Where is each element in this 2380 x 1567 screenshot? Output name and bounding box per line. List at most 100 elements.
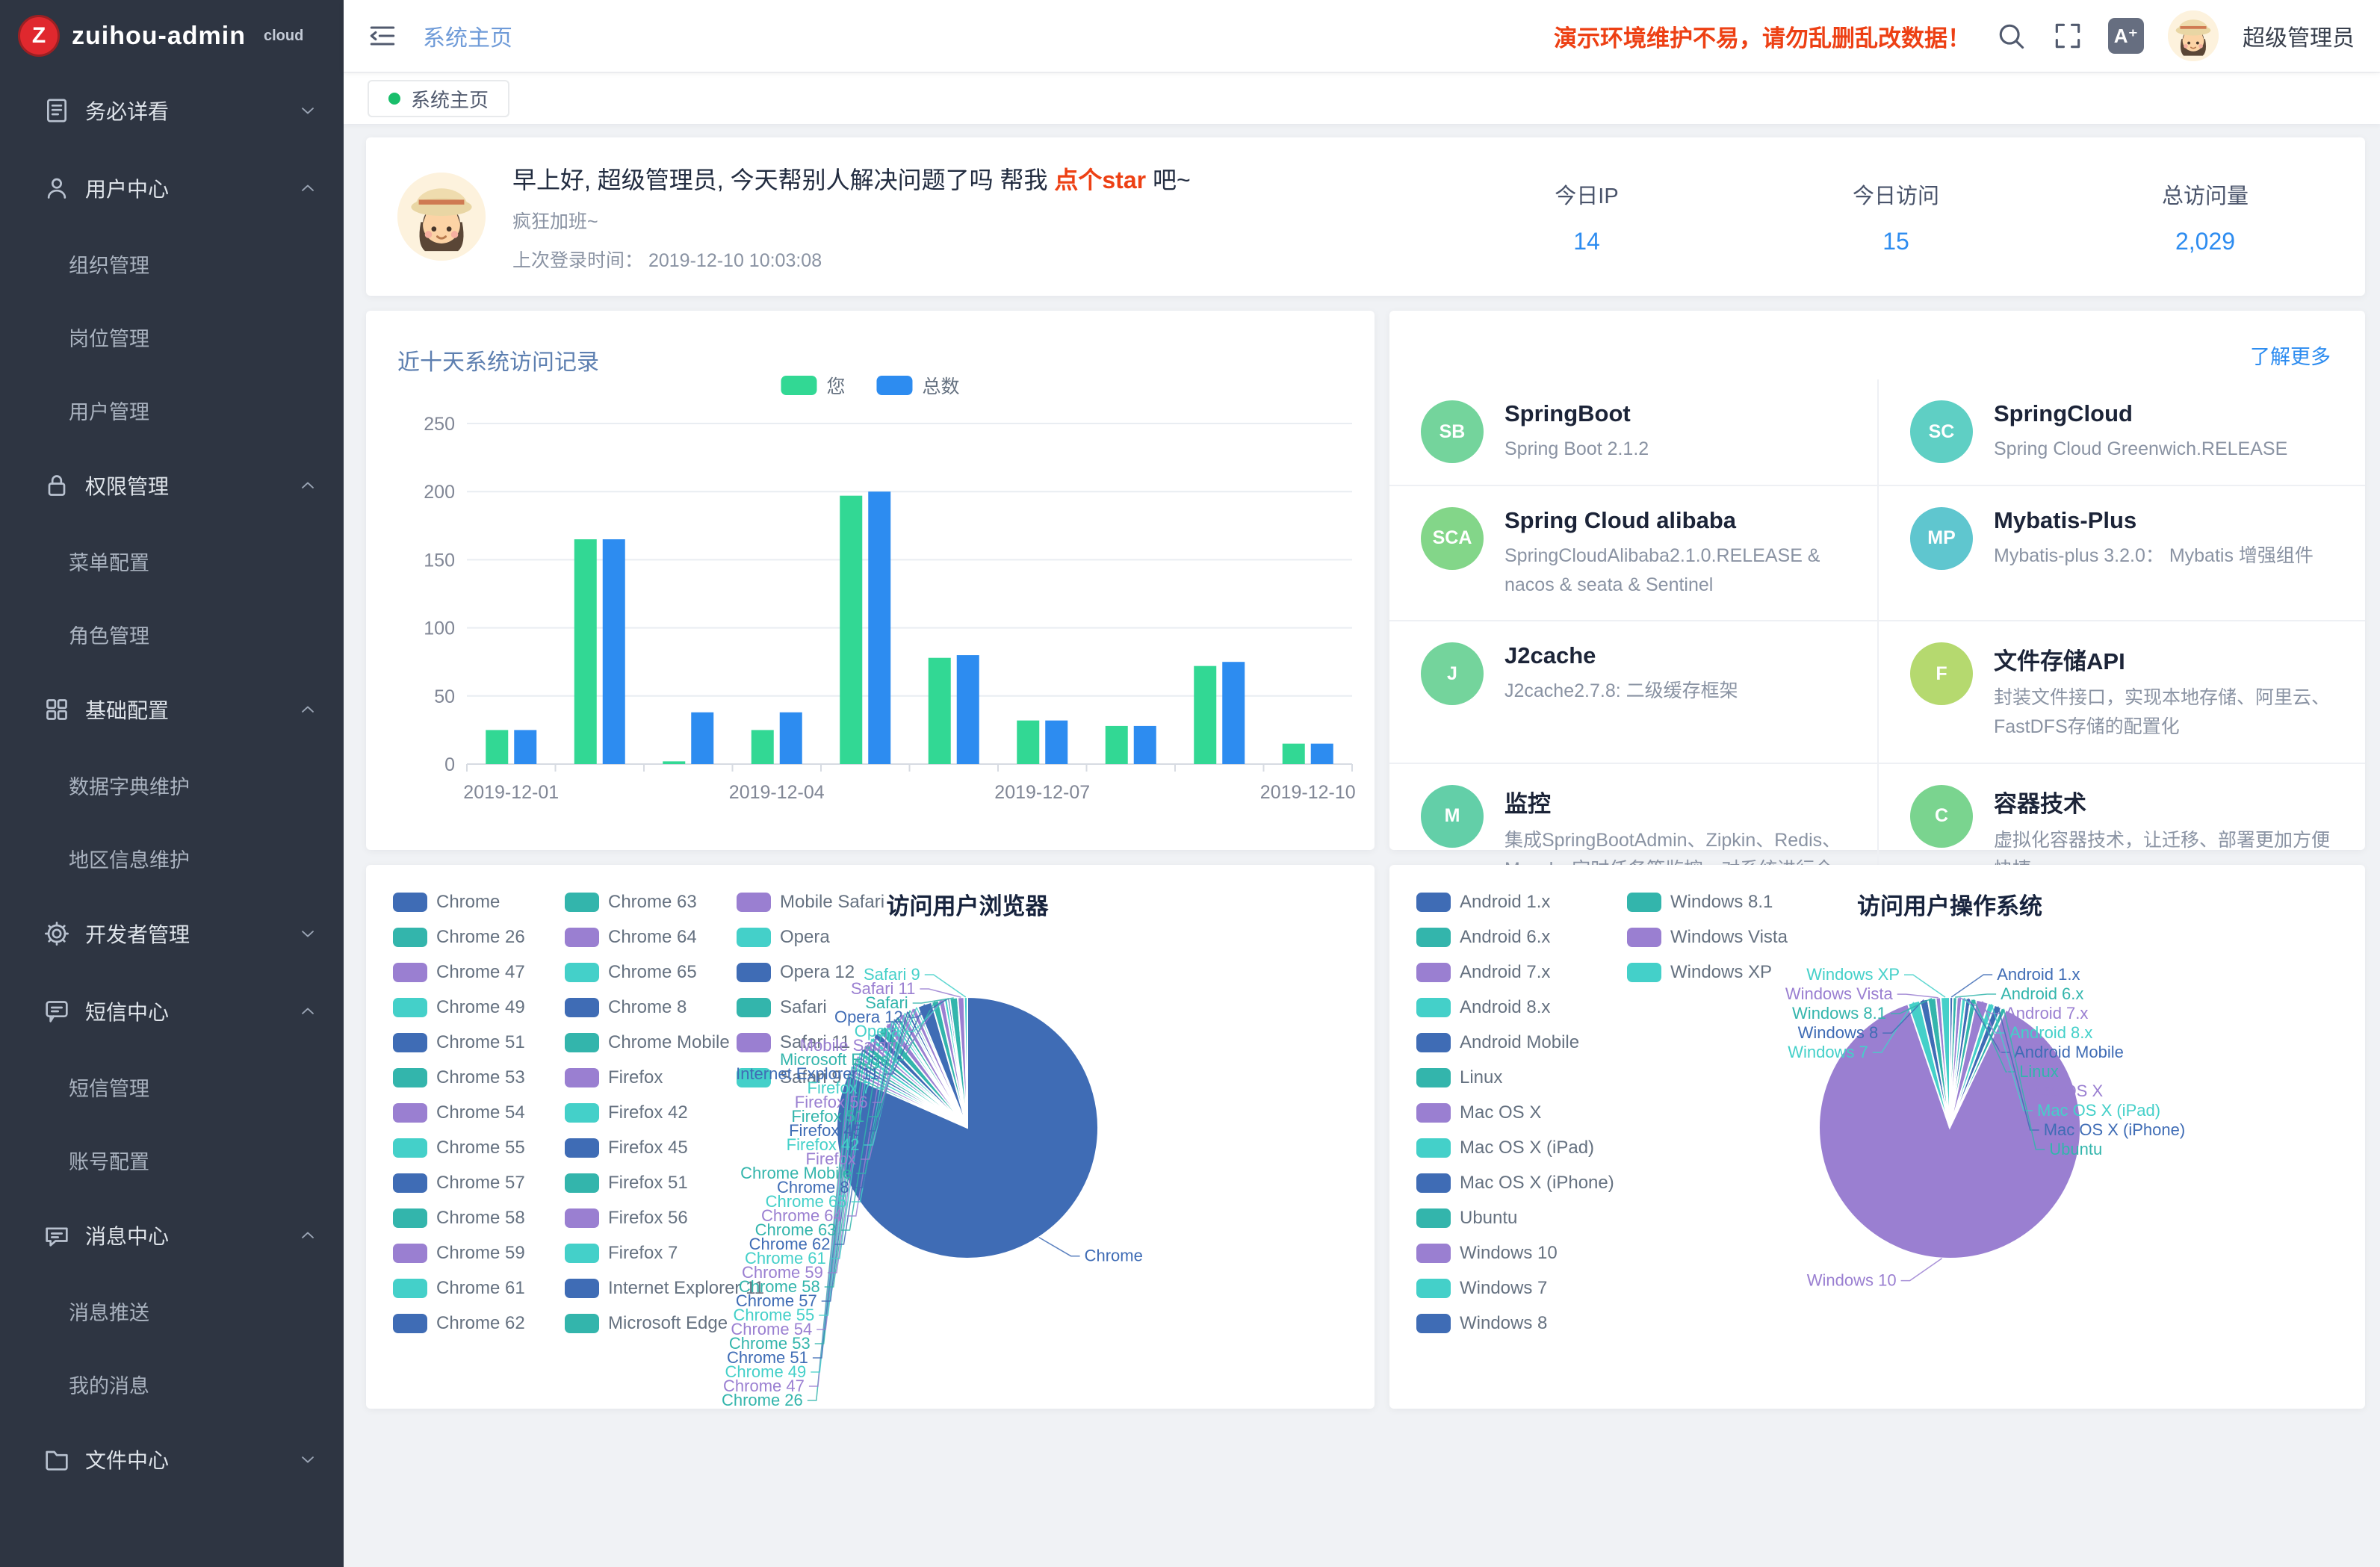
- sidebar-subitem[interactable]: 消息推送: [0, 1274, 344, 1347]
- learn-more-link[interactable]: 了解更多: [2250, 341, 2331, 370]
- sidebar-item-label: 短信中心: [85, 996, 284, 1026]
- chevron-down-icon: [297, 100, 318, 121]
- chart-legend: 您 总数: [781, 372, 959, 399]
- pie-label: Linux: [2019, 1062, 2059, 1081]
- tab-home[interactable]: 系统主页: [368, 80, 509, 117]
- sms-icon: [42, 996, 72, 1026]
- sidebar-item-developer[interactable]: 开发者管理: [0, 895, 344, 972]
- sidebar-item-basic-config[interactable]: 基础配置: [0, 671, 344, 748]
- tech-item: MPMybatis-PlusMybatis-plus 3.2.0： Mybati…: [1877, 486, 2365, 622]
- x-tick-label: 2019-12-01: [463, 782, 559, 803]
- legend-item-您[interactable]: 您: [781, 372, 845, 399]
- x-tick-label: 2019-12-04: [729, 782, 825, 803]
- tech-grid: SBSpringBootSpring Boot 2.1.2SCSpringClo…: [1389, 379, 2365, 934]
- grid-icon: [42, 695, 72, 724]
- bar-您-2019-12-01[interactable]: [486, 730, 508, 764]
- bar-您-2019-12-04[interactable]: [752, 730, 774, 764]
- sidebar-subitem[interactable]: 短信管理: [0, 1050, 344, 1123]
- bar-您-2019-12-09[interactable]: [1194, 666, 1216, 764]
- search-icon[interactable]: [1995, 19, 2027, 52]
- stat-today-ip: 今日IP 14: [1530, 179, 1643, 255]
- sidebar-item-must-read[interactable]: 务必详看: [0, 72, 344, 149]
- pie-label: Android 6.x: [2001, 984, 2083, 1003]
- bar-总数-2019-12-02[interactable]: [603, 539, 625, 764]
- sidebar-item-permission[interactable]: 权限管理: [0, 447, 344, 524]
- pie-chart: Android 1.xAndroid 6.xAndroid 7.xAndroid…: [1389, 865, 2365, 1409]
- sidebar-subitem[interactable]: 组织管理: [0, 227, 344, 300]
- tech-item: SBSpringBootSpring Boot 2.1.2: [1389, 379, 1877, 486]
- sidebar-item-message-center[interactable]: 消息中心: [0, 1197, 344, 1274]
- bar-总数-2019-12-10[interactable]: [1311, 744, 1333, 764]
- sidebar-subitem[interactable]: 账号配置: [0, 1123, 344, 1197]
- legend-swatch: [877, 376, 913, 395]
- sidebar-subitem[interactable]: 岗位管理: [0, 300, 344, 373]
- tab-active-dot-icon: [388, 93, 400, 105]
- sidebar-menu: 务必详看用户中心组织管理岗位管理用户管理权限管理菜单配置角色管理基础配置数据字典…: [0, 72, 344, 1498]
- bar-总数-2019-12-06[interactable]: [957, 655, 979, 764]
- bar-您-2019-12-03[interactable]: [663, 761, 685, 764]
- last-login-label: 上次登录时间：: [512, 250, 643, 271]
- sidebar-subitem[interactable]: 地区信息维护: [0, 822, 344, 895]
- app-logo: Z zuihou-admin cloud: [0, 0, 344, 72]
- bar-您-2019-12-10[interactable]: [1283, 744, 1305, 764]
- bar-您-2019-12-07[interactable]: [1017, 721, 1039, 764]
- pie-label-line: [1039, 1238, 1080, 1256]
- stat-label: 总访问量: [2148, 179, 2262, 210]
- greeting-text: 早上好, 超级管理员, 今天帮别人解决问题了吗 帮我 点个star 吧~ 疯狂加…: [512, 161, 1503, 273]
- bar-总数-2019-12-03[interactable]: [691, 713, 713, 764]
- x-tick-label: 2019-12-07: [994, 782, 1090, 803]
- legend-item-总数[interactable]: 总数: [877, 372, 960, 399]
- chevron-up-icon: [297, 699, 318, 720]
- bar-您-2019-12-02[interactable]: [574, 539, 597, 764]
- message-icon: [42, 1220, 72, 1250]
- menu-fold-icon[interactable]: [366, 19, 399, 52]
- pie-label-line: [1897, 994, 1939, 998]
- pie-label: Windows 7: [1788, 1043, 1868, 1061]
- bar-总数-2019-12-07[interactable]: [1045, 721, 1067, 764]
- greeting-title-prefix: 早上好, 超级管理员, 今天帮别人解决问题了吗 帮我: [512, 167, 1054, 193]
- breadcrumb[interactable]: 系统主页: [423, 19, 512, 52]
- fullscreen-icon[interactable]: [2051, 19, 2084, 52]
- pie-chart: ChromeChrome 26Chrome 47Chrome 49Chrome …: [366, 865, 1375, 1409]
- sidebar-item-file-center[interactable]: 文件中心: [0, 1421, 344, 1498]
- tech-title: 文件存储API: [1994, 642, 2334, 676]
- y-tick-label: 150: [424, 550, 455, 571]
- pie-label: Chrome: [1085, 1247, 1143, 1265]
- sidebar-subitem[interactable]: 菜单配置: [0, 524, 344, 598]
- y-tick-label: 200: [424, 482, 455, 503]
- bar-总数-2019-12-05[interactable]: [868, 491, 890, 764]
- browser-pie-card: 访问用户浏览器ChromeChrome 26Chrome 47Chrome 49…: [366, 865, 1375, 1409]
- chevron-down-icon: [297, 923, 318, 944]
- bar-总数-2019-12-09[interactable]: [1222, 662, 1245, 764]
- pie-label: Mac OS X: [2028, 1082, 2104, 1100]
- tech-title: SpringCloud: [1994, 400, 2287, 427]
- legend-swatch: [781, 376, 816, 395]
- bar-您-2019-12-08[interactable]: [1106, 726, 1128, 764]
- sidebar-item-user-center[interactable]: 用户中心: [0, 149, 344, 227]
- bar-您-2019-12-06[interactable]: [929, 658, 951, 764]
- pie-label: Windows XP: [1806, 965, 1900, 984]
- sidebar-subitem[interactable]: 用户管理: [0, 373, 344, 447]
- font-size-icon[interactable]: A⁺: [2108, 18, 2144, 54]
- row-charts-bottom: 访问用户浏览器ChromeChrome 26Chrome 47Chrome 49…: [366, 865, 2365, 1409]
- pie-label: Safari 9: [864, 965, 920, 984]
- pie-label: Ubuntu: [2049, 1140, 2102, 1158]
- sidebar-subitem[interactable]: 数据字典维护: [0, 748, 344, 822]
- bar-总数-2019-12-01[interactable]: [514, 730, 536, 764]
- sidebar-subitem[interactable]: 我的消息: [0, 1347, 344, 1421]
- pie-label: Android Mobile: [2014, 1043, 2124, 1061]
- user-avatar: [397, 173, 486, 261]
- y-tick-label: 250: [424, 414, 455, 435]
- lock-icon: [42, 471, 72, 500]
- username[interactable]: 超级管理员: [2243, 19, 2355, 52]
- avatar[interactable]: [2168, 10, 2219, 61]
- sidebar-subitem[interactable]: 角色管理: [0, 598, 344, 671]
- bar-您-2019-12-05[interactable]: [840, 496, 862, 764]
- visit-chart-card: 近十天系统访问记录 您总数 0501001502002502019-12-012…: [366, 311, 1375, 850]
- star-link[interactable]: 点个star: [1054, 167, 1146, 193]
- bar-总数-2019-12-08[interactable]: [1134, 726, 1156, 764]
- sidebar-item-sms-center[interactable]: 短信中心: [0, 972, 344, 1050]
- pie-label: Android 7.x: [2005, 1004, 2088, 1023]
- sidebar-item-label: 权限管理: [85, 471, 284, 500]
- bar-总数-2019-12-04[interactable]: [780, 713, 802, 764]
